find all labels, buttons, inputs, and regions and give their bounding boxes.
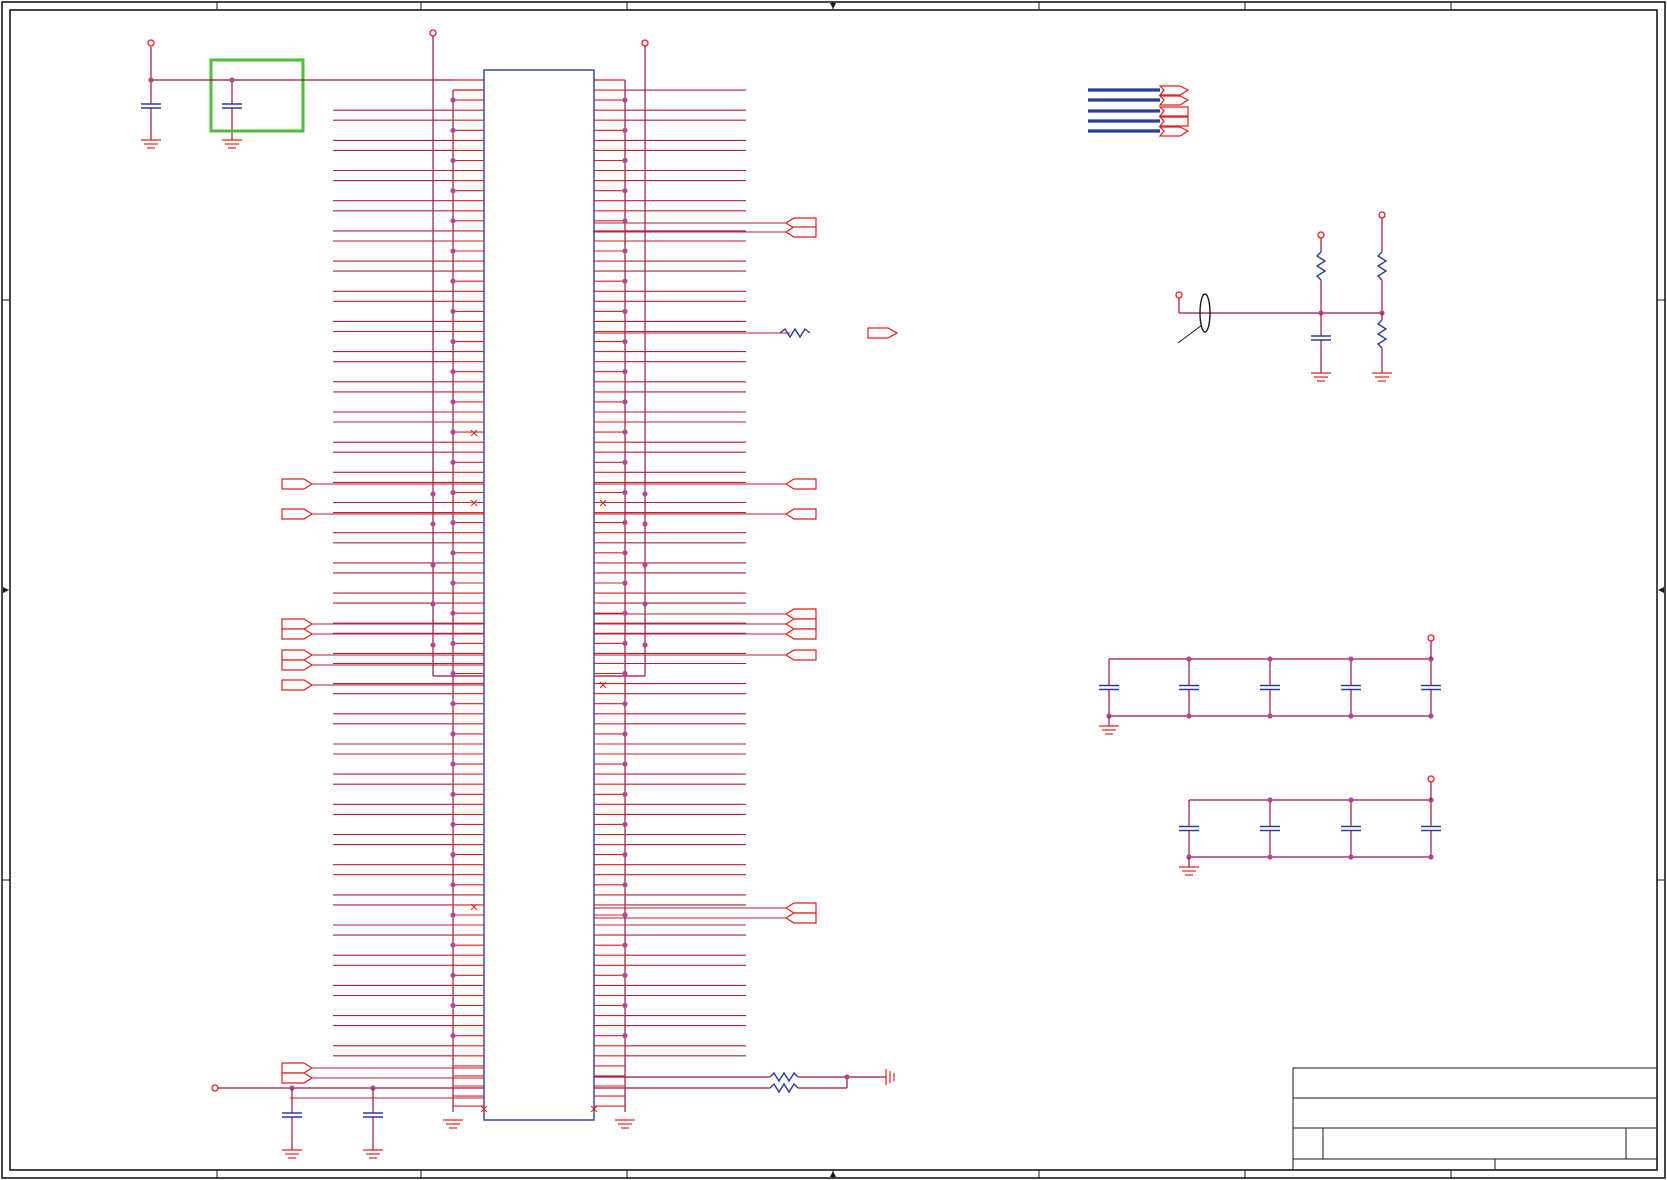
capacitor-bank-upper[interactable] bbox=[1099, 634, 1441, 735]
right-net-ports[interactable] bbox=[784, 217, 817, 924]
power-flag-icon bbox=[1427, 775, 1435, 783]
ground-icon bbox=[1372, 372, 1392, 382]
net-port-icon bbox=[281, 628, 314, 640]
bottom-left-supply[interactable] bbox=[211, 1084, 484, 1159]
output-port-icon bbox=[867, 327, 899, 339]
left-net-ports[interactable] bbox=[281, 478, 484, 1084]
zone-arrow-bottom bbox=[830, 1170, 836, 1178]
ground-icon bbox=[615, 1119, 635, 1129]
power-flag-icon bbox=[211, 1084, 219, 1092]
net-port-icon bbox=[784, 508, 817, 520]
schematic-sheet bbox=[1, 1, 1666, 1179]
ground-icon bbox=[1179, 866, 1199, 876]
zone-arrow-left bbox=[3, 587, 9, 593]
power-rails bbox=[429, 29, 649, 1129]
decoupling-cap-left[interactable] bbox=[141, 39, 161, 149]
power-flag-icon bbox=[147, 39, 155, 47]
power-flag-icon bbox=[429, 29, 437, 37]
selection-highlight bbox=[209, 58, 305, 133]
ground-icon bbox=[443, 1119, 463, 1129]
net-port-icon bbox=[784, 649, 817, 661]
connector-ic[interactable] bbox=[483, 69, 595, 1121]
connector-pin-nets bbox=[290, 79, 790, 1107]
net-port-icon bbox=[281, 649, 314, 661]
ground-icon bbox=[141, 139, 161, 149]
sheet-frame bbox=[1, 1, 1666, 1179]
termination-resistors[interactable] bbox=[594, 1069, 895, 1094]
net-port-icon bbox=[784, 618, 817, 630]
power-flag-icon bbox=[1317, 231, 1325, 239]
no-connect-marks bbox=[470, 429, 607, 1113]
net-port-icon bbox=[281, 659, 314, 671]
title-block bbox=[1292, 1067, 1658, 1171]
net-port-icon bbox=[281, 508, 314, 520]
net-port-icon bbox=[784, 226, 817, 238]
net-port-icon bbox=[281, 618, 314, 630]
power-flag-icon bbox=[1378, 211, 1386, 219]
capacitor-bank-lower[interactable] bbox=[1179, 775, 1441, 876]
ground-icon bbox=[363, 1149, 383, 1159]
junction-dots bbox=[430, 97, 648, 1039]
ground-icon bbox=[1311, 372, 1331, 382]
signal-bus[interactable] bbox=[1088, 85, 1190, 137]
net-port-icon bbox=[784, 478, 817, 490]
ground-icon bbox=[222, 139, 242, 149]
ground-icon bbox=[1099, 725, 1119, 735]
power-flag-icon bbox=[1427, 634, 1435, 642]
net-port-icon bbox=[784, 608, 817, 620]
net-port-icon bbox=[281, 1062, 314, 1074]
series-resistor[interactable] bbox=[779, 327, 899, 339]
zone-arrow-top bbox=[830, 2, 836, 10]
net-port-icon bbox=[784, 902, 817, 914]
power-flag-icon bbox=[641, 39, 649, 47]
net-port-icon bbox=[281, 1072, 314, 1084]
reset-network[interactable] bbox=[1175, 211, 1392, 382]
chassis-ground-icon bbox=[885, 1069, 895, 1085]
zone-arrow-right bbox=[1658, 587, 1664, 593]
net-port-icon bbox=[281, 478, 314, 490]
decoupling-cap-highlighted[interactable] bbox=[209, 58, 305, 149]
net-port-icon bbox=[784, 628, 817, 640]
ground-icon bbox=[282, 1149, 302, 1159]
power-flag-icon bbox=[1175, 291, 1183, 299]
net-port-icon bbox=[281, 679, 314, 691]
net-port-icon bbox=[784, 912, 817, 924]
